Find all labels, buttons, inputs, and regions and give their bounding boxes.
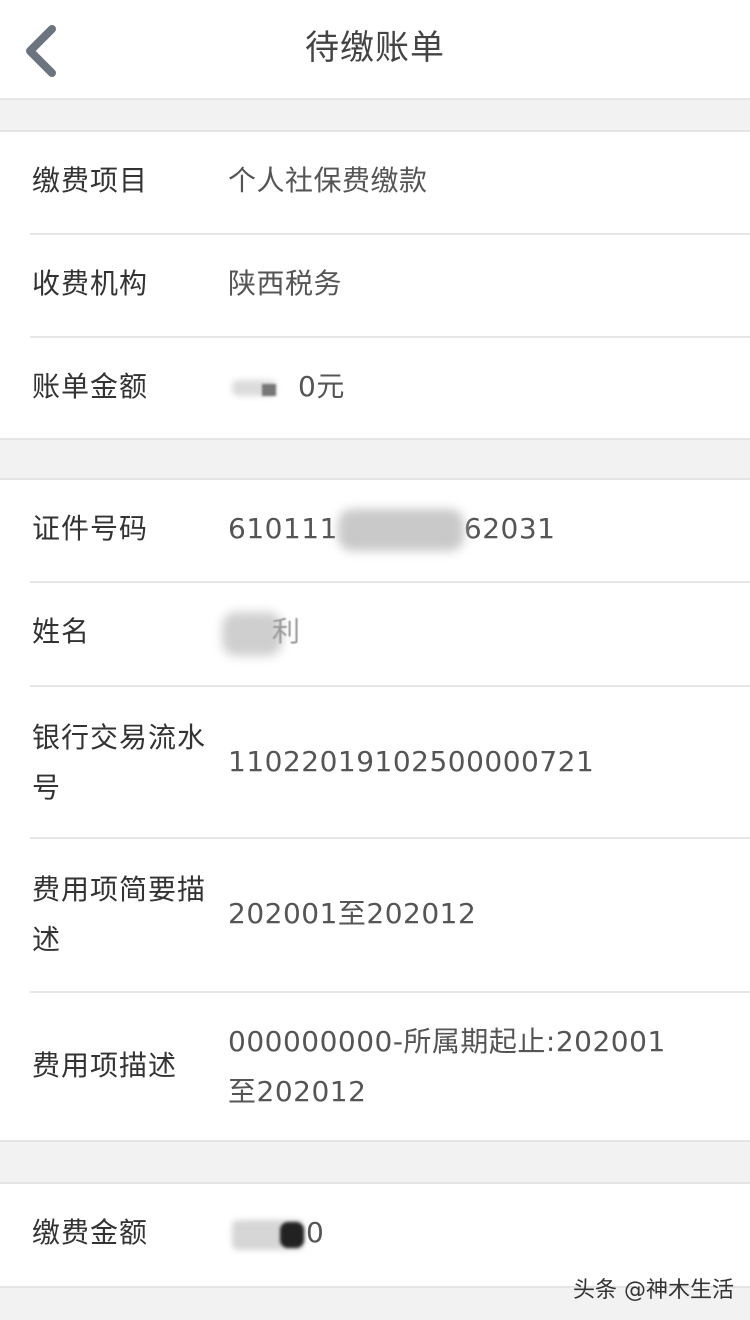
payment-item-label: 缴费项目 — [32, 164, 149, 197]
payment-amount-value: 0 — [232, 1208, 702, 1258]
row-payment-amount: 缴费金额 0 — [0, 1184, 750, 1286]
id-number-tail: 62031 — [463, 512, 556, 545]
bill-detail-section: 证件号码 610111 62031 姓名 利 银行交易流水号 110220191… — [0, 478, 750, 1142]
id-number-head: 610111 — [228, 512, 338, 545]
row-transaction-number: 银行交易流水号 11022019102500000721 — [0, 687, 750, 837]
name-text: 利 — [272, 615, 301, 648]
row-brief-description: 费用项简要描述 202001至202012 — [0, 839, 750, 991]
redaction-mark — [337, 505, 464, 555]
page-title: 待缴账单 — [305, 28, 445, 68]
name-label: 姓名 — [32, 615, 91, 648]
row-payment-item: 缴费项目 个人社保费缴款 — [0, 132, 750, 234]
payment-amount-text: 0 — [306, 1216, 325, 1249]
watermark: 头条 @神木生活 — [573, 1278, 734, 1303]
row-name: 姓名 利 — [0, 583, 750, 685]
bill-amount-text: 0元 — [298, 370, 345, 403]
description-value: 000000000-所属期起止:202001至202012 — [228, 1025, 666, 1108]
row-id-number: 证件号码 610111 62031 — [0, 480, 750, 582]
bill-summary-section: 缴费项目 个人社保费缴款 收费机构 陕西税务 账单金额 0元 — [0, 130, 750, 440]
description-label: 费用项描述 — [32, 1049, 178, 1082]
row-collecting-agency: 收费机构 陕西税务 — [0, 235, 750, 337]
redaction-mark — [232, 1214, 306, 1254]
payment-item-value: 个人社保费缴款 — [228, 164, 428, 197]
row-bill-amount: 账单金额 0元 — [0, 338, 750, 438]
brief-description-value: 202001至202012 — [228, 897, 477, 930]
header-bar: 待缴账单 — [0, 0, 750, 100]
collecting-agency-value: 陕西税务 — [228, 267, 343, 300]
bill-amount-label: 账单金额 — [32, 370, 149, 403]
transaction-number-label: 银行交易流水号 — [32, 721, 207, 804]
row-description: 费用项描述 000000000-所属期起止:202001至202012 — [0, 993, 750, 1141]
transaction-number-value: 11022019102500000721 — [228, 745, 595, 778]
id-number-value: 610111 62031 — [228, 504, 698, 555]
redaction-mark — [222, 608, 282, 658]
bill-amount-value: 0元 — [228, 362, 698, 412]
payment-amount-label: 缴费金额 — [32, 1216, 149, 1249]
id-number-label: 证件号码 — [32, 512, 149, 545]
name-value: 利 — [222, 607, 692, 658]
collecting-agency-label: 收费机构 — [32, 267, 149, 300]
redaction-mark — [228, 378, 298, 398]
brief-description-label: 费用项简要描述 — [32, 873, 207, 956]
